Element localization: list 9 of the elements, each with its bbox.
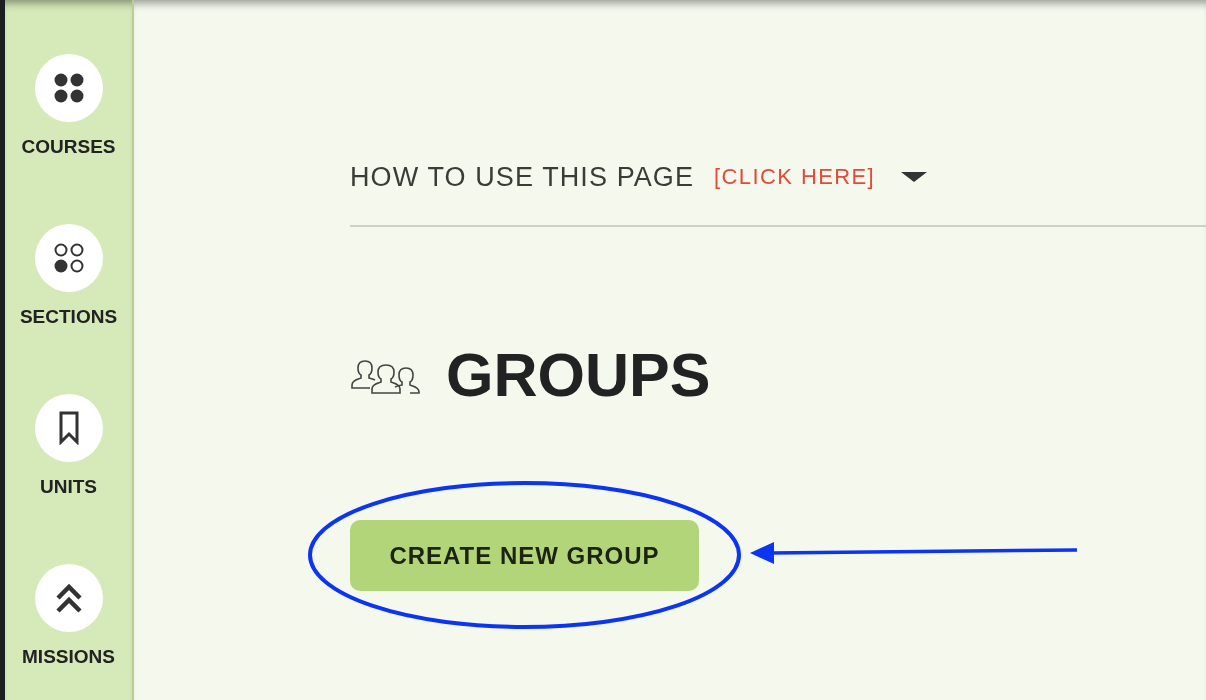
- nav-link[interactable]: SECTIONS: [19, 224, 118, 328]
- nav-link[interactable]: MISSIONS: [22, 564, 115, 668]
- nav-link[interactable]: UNITS: [34, 394, 103, 498]
- help-heading: HOW TO USE THIS PAGE: [350, 161, 695, 193]
- page-title: GROUPS: [446, 340, 711, 411]
- caret-icon[interactable]: [901, 172, 928, 182]
- click-here-link[interactable]: [CLICK HERE]: [714, 164, 876, 190]
- nav-link[interactable]: COURSES: [21, 54, 116, 158]
- create-group-button[interactable]: CREATE NEW GROUP: [350, 520, 699, 591]
